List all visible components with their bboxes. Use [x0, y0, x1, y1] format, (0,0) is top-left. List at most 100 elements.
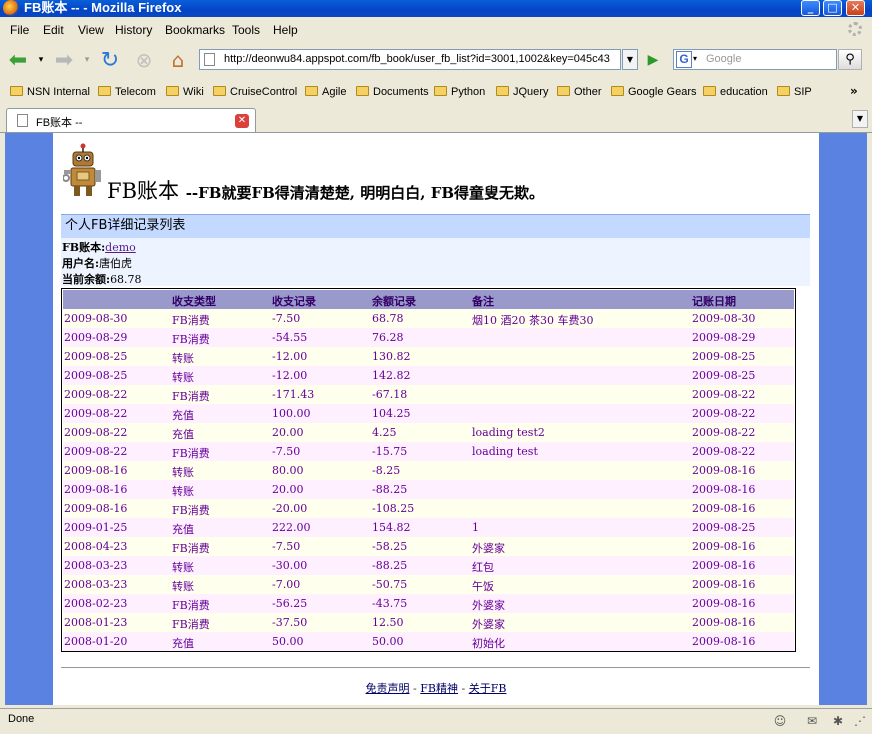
reload-icon[interactable]: ↻ [98, 48, 122, 73]
user-row: 用户名:唐伯虎 [62, 255, 132, 271]
footer-separator: - [409, 682, 421, 695]
menu-edit[interactable]: Edit [43, 23, 64, 37]
search-magnifier-icon[interactable]: ⚲ [838, 49, 862, 70]
table-row: 2009-08-22 FB消费 -7.50 -15.75 loading test 200… [63, 442, 794, 461]
bookmark-label: Google Gears [628, 86, 697, 98]
bookmark-folder[interactable]: education [703, 86, 768, 98]
bookmark-label: NSN Internal [27, 86, 90, 98]
close-window-button[interactable]: ✕ [846, 0, 865, 16]
user-label: 用户名: [62, 257, 100, 270]
cell-date: 2009-08-30 [64, 312, 128, 325]
go-arrow-icon[interactable]: ▶ [643, 50, 663, 70]
cell-note: 外婆家 [472, 618, 505, 631]
cell-amount: -54.55 [272, 331, 308, 344]
google-engine-icon[interactable]: G [676, 51, 692, 68]
cell-note: 烟10 酒20 茶30 车费30 [472, 314, 594, 327]
bookmark-folder[interactable]: Agile [305, 86, 346, 98]
cell-balance: -108.25 [372, 502, 415, 515]
forward-arrow-icon[interactable]: ➡ [52, 48, 76, 73]
cell-balance: -43.75 [372, 597, 408, 610]
forward-history-dropdown-icon[interactable]: ▾ [80, 48, 94, 72]
bookmark-label: Agile [322, 86, 347, 98]
account-link[interactable]: demo [105, 241, 136, 254]
cell-record-date: 2009-08-22 [692, 407, 756, 420]
menu-history[interactable]: History [115, 23, 152, 37]
tab-fb-book[interactable]: FB账本 -- ✕ [6, 108, 256, 132]
cell-record-date: 2009-08-29 [692, 331, 756, 344]
back-history-dropdown-icon[interactable]: ▾ [34, 48, 48, 72]
url-bar[interactable]: http://deonwu84.appspot.com/fb_book/user… [199, 49, 621, 70]
mail-icon[interactable]: ✉ [804, 714, 820, 728]
firefox-logo-icon [3, 0, 19, 16]
home-icon[interactable]: ⌂ [166, 48, 190, 72]
url-dropdown-icon[interactable]: ▼ [622, 49, 638, 70]
cell-date: 2009-08-22 [64, 426, 128, 439]
menu-tools[interactable]: Tools [232, 23, 260, 37]
column-header-date: 记账日期 [692, 295, 736, 308]
bookmark-folder[interactable]: Telecom [98, 86, 156, 98]
folder-icon [611, 86, 624, 96]
bookmark-folder[interactable]: NSN Internal [10, 86, 90, 98]
cell-type: FB消费 [172, 542, 210, 555]
bookmark-folder[interactable]: CruiseControl [213, 86, 297, 98]
cell-type: 转账 [172, 371, 194, 384]
cell-type: FB消费 [172, 390, 210, 403]
engine-dropdown-icon[interactable]: ▾ [693, 54, 697, 63]
cell-type: FB消费 [172, 314, 210, 327]
table-row: 2009-08-22 充值 20.00 4.25 loading test2 2009-0… [63, 423, 794, 442]
cell-note: 外婆家 [472, 599, 505, 612]
bookmark-folder[interactable]: SIP [777, 86, 812, 98]
search-box[interactable]: G ▾ Google [673, 49, 837, 70]
page-content: FB账本 --FB就要FB得清清楚楚, 明明白白, FB得童叟无欺。 个人FB详… [5, 133, 867, 705]
cell-type: 充值 [172, 428, 194, 441]
table-row: 2009-08-16 转账 80.00 -8.25 2009-08-16 [63, 461, 794, 480]
folder-icon [703, 86, 716, 96]
search-placeholder[interactable]: Google [706, 53, 741, 65]
cell-type: 转账 [172, 485, 194, 498]
tab-close-icon[interactable]: ✕ [235, 114, 249, 128]
cell-record-date: 2009-08-25 [692, 369, 756, 382]
bookmark-folder[interactable]: Python [434, 86, 485, 98]
cell-balance: 4.25 [372, 426, 397, 439]
column-header-amount: 收支记录 [272, 295, 316, 308]
minimize-button[interactable]: _ [801, 0, 820, 16]
menu-view[interactable]: View [78, 23, 104, 37]
back-arrow-icon[interactable]: ⬅ [6, 48, 30, 73]
bookmark-folder[interactable]: JQuery [496, 86, 548, 98]
cell-amount: -7.50 [272, 445, 301, 458]
cell-date: 2009-08-16 [64, 464, 128, 477]
records-table: 收支类型 收支记录 余额记录 备注 记账日期 2009-08-30 FB消费 -7.… [61, 288, 796, 652]
cell-balance: 104.25 [372, 407, 411, 420]
footer-link-disclaimer[interactable]: 免责声明 [366, 682, 410, 695]
bookmark-folder[interactable]: Other [557, 86, 602, 98]
cell-balance: -15.75 [372, 445, 408, 458]
firebug-icon[interactable]: ✱ [830, 714, 846, 728]
cell-record-date: 2009-08-22 [692, 388, 756, 401]
bookmarks-overflow-chevron-icon[interactable]: » [850, 84, 858, 98]
folder-icon [777, 86, 790, 96]
cell-date: 2008-03-23 [64, 559, 128, 572]
menu-bookmarks[interactable]: Bookmarks [165, 23, 225, 37]
menu-help[interactable]: Help [273, 23, 298, 37]
bookmark-folder[interactable]: Documents [356, 86, 429, 98]
balance-value: 68.78 [110, 273, 142, 286]
menu-file[interactable]: File [10, 23, 29, 37]
cell-amount: -7.50 [272, 540, 301, 553]
footer-link-about[interactable]: 关于FB [469, 682, 507, 695]
cell-note: 红包 [472, 561, 494, 574]
tab-list-dropdown-icon[interactable]: ▼ [852, 110, 868, 128]
stop-icon[interactable]: ⊗ [132, 48, 156, 72]
url-text[interactable]: http://deonwu84.appspot.com/fb_book/user… [224, 53, 619, 65]
cell-record-date: 2009-08-25 [692, 521, 756, 534]
resize-grip-icon[interactable]: ⋰ [852, 714, 868, 728]
footer-link-spirit[interactable]: FB精神 [420, 682, 458, 695]
cell-balance: 130.82 [372, 350, 411, 363]
cell-record-date: 2009-08-22 [692, 426, 756, 439]
addon-status-icon[interactable]: ☺ [772, 714, 788, 728]
cell-amount: -30.00 [272, 559, 308, 572]
maximize-button[interactable]: □ [823, 0, 842, 16]
cell-note: 午饭 [472, 580, 494, 593]
bookmark-folder[interactable]: Wiki [166, 86, 204, 98]
bookmark-label: Python [451, 86, 486, 98]
bookmark-folder[interactable]: Google Gears [611, 86, 696, 98]
